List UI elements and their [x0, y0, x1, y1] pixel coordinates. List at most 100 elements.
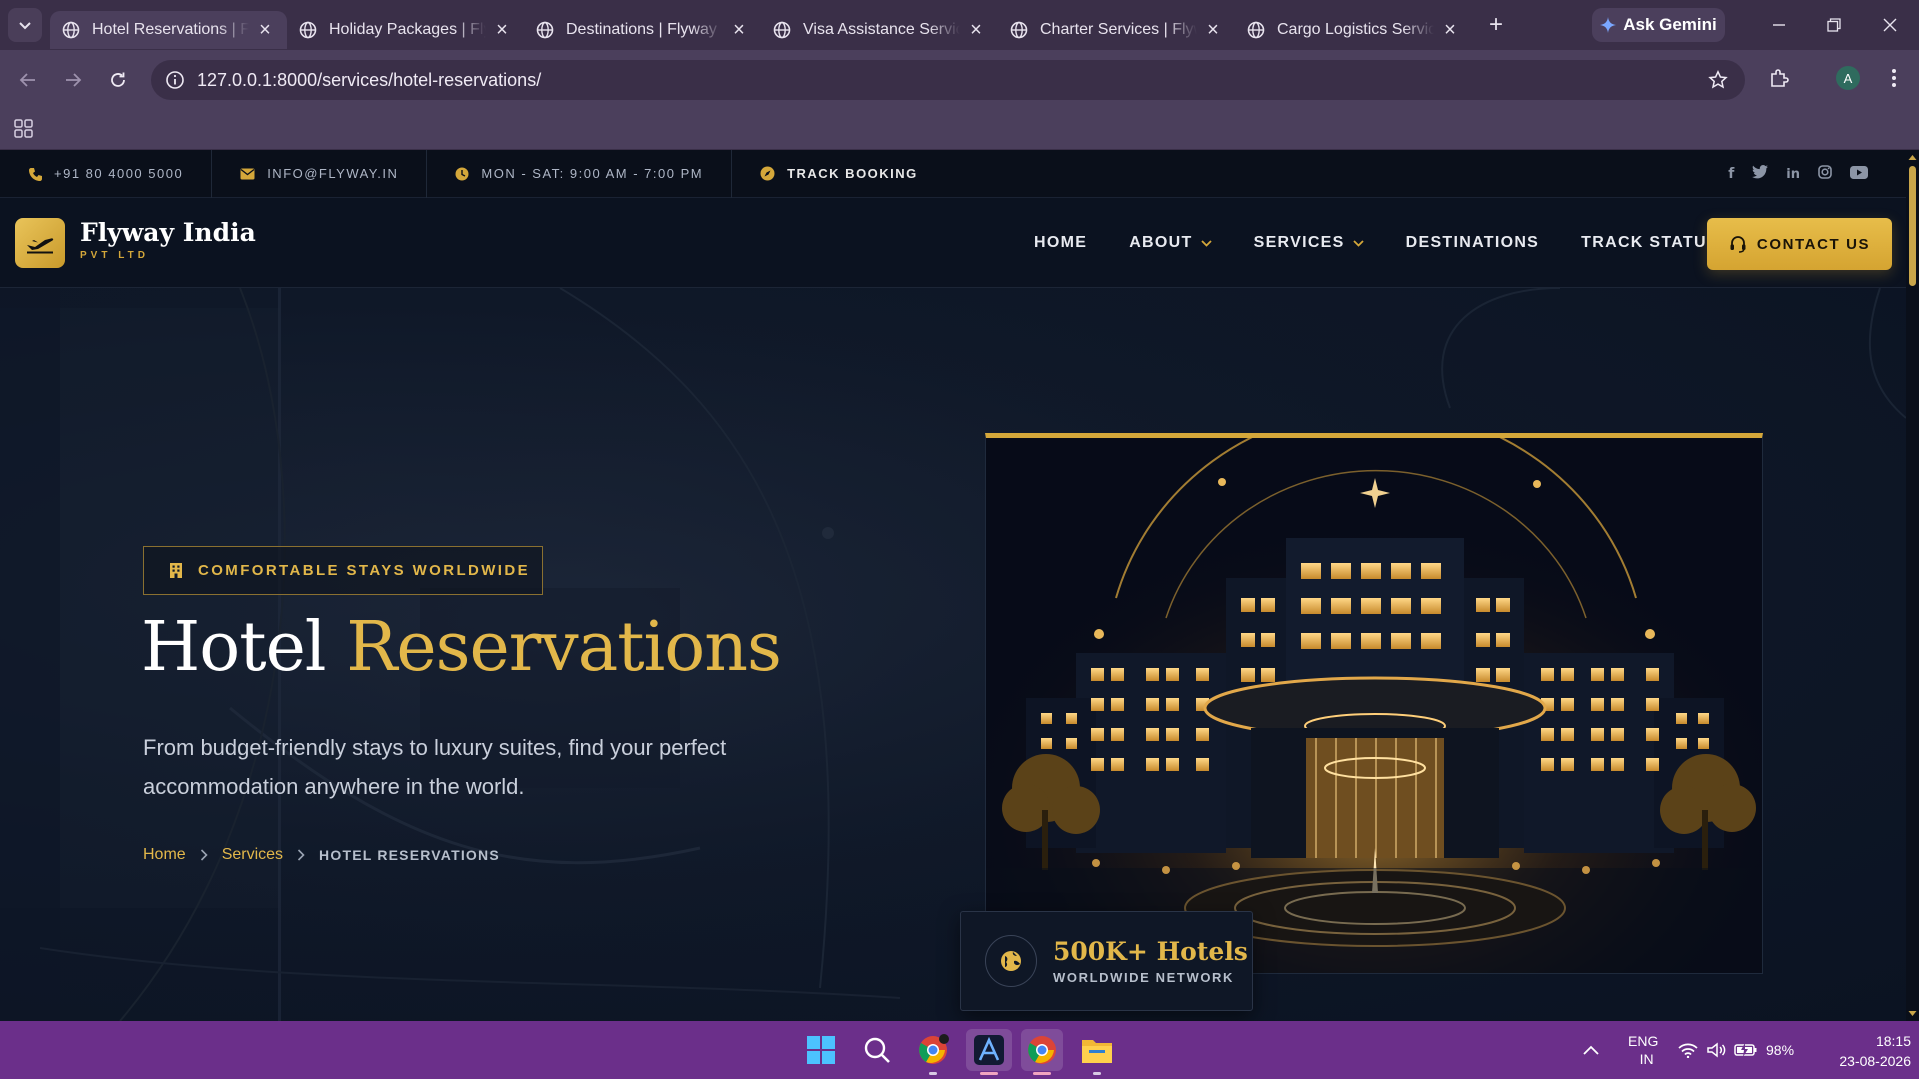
track-booking-link[interactable]: TRACK BOOKING [731, 149, 946, 198]
nav-track-status[interactable]: TRACK STATUS [1581, 234, 1719, 252]
close-tab-icon[interactable]: × [492, 19, 512, 41]
title-part-2: Reservations [346, 608, 782, 687]
track-booking-text: TRACK BOOKING [787, 166, 918, 181]
brand-name[interactable]: Flyway India [80, 218, 256, 247]
chevron-right-icon [297, 849, 305, 861]
airplane-icon [27, 238, 54, 254]
clock[interactable]: 18:15 23-08-2026 [1811, 1031, 1911, 1071]
address-bar[interactable]: 127.0.0.1:8000/services/hotel-reservatio… [151, 60, 1745, 100]
running-indicator [980, 1072, 998, 1075]
hotel-image [985, 433, 1763, 974]
phone-contact[interactable]: +91 80 4000 5000 [0, 150, 211, 198]
scroll-up-icon[interactable] [1906, 152, 1919, 162]
show-hidden-icons[interactable] [1583, 1021, 1599, 1079]
running-indicator [1033, 1072, 1051, 1075]
browser-tab[interactable]: Charter Services | Flyway India × [998, 11, 1235, 49]
nav-about[interactable]: ABOUT [1129, 234, 1212, 252]
browser-tab[interactable]: Destinations | Flyway India × [524, 11, 761, 49]
facebook-icon[interactable]: f [1728, 166, 1734, 182]
reload-button[interactable] [102, 64, 134, 96]
arrow-right-icon [66, 73, 82, 87]
taskbar-app-active[interactable] [966, 1029, 1012, 1075]
main-nav: HOME ABOUT SERVICES DESTINATIONS TRACK S… [1034, 198, 1761, 288]
chrome-icon [919, 1034, 949, 1064]
taskbar-chrome-profile[interactable] [912, 1029, 954, 1075]
chevron-down-icon [1352, 239, 1364, 247]
search-button[interactable] [856, 1029, 898, 1071]
bookmarks-bar [0, 108, 1919, 150]
system-status[interactable]: 98% [1678, 1021, 1794, 1079]
start-button[interactable] [800, 1029, 842, 1071]
browser-tab[interactable]: Cargo Logistics Services | Flyway India … [1235, 11, 1472, 49]
title-part-1: Hotel [141, 608, 327, 687]
hotels-stat-card: 500K+ Hotels WORLDWIDE NETWORK [960, 911, 1253, 1011]
puzzle-icon [1771, 69, 1789, 87]
globe-icon [299, 21, 317, 39]
browser-tab[interactable]: Holiday Packages | Flyway India × [287, 11, 524, 49]
close-tab-icon[interactable]: × [1440, 19, 1460, 41]
close-icon [1883, 18, 1897, 32]
breadcrumb-services[interactable]: Services [222, 846, 283, 864]
page-title: Hotel Reservations [141, 608, 782, 687]
site-info-icon[interactable] [165, 70, 185, 90]
lang-top: ENG [1628, 1033, 1659, 1049]
back-button[interactable] [12, 64, 44, 96]
ask-gemini-button[interactable]: Ask Gemini [1592, 8, 1725, 42]
stat-text-block: 500K+ Hotels WORLDWIDE NETWORK [1053, 937, 1248, 985]
wifi-icon [1678, 1043, 1698, 1058]
battery-percent: 98% [1766, 1042, 1795, 1058]
restore-button[interactable] [1806, 0, 1862, 50]
nav-destinations[interactable]: DESTINATIONS [1406, 234, 1540, 252]
close-tab-icon[interactable]: × [255, 19, 275, 41]
scrollbar-thumb[interactable] [1909, 166, 1916, 286]
browser-tab[interactable]: Visa Assistance Services | Flyway India … [761, 11, 998, 49]
headset-icon [1730, 236, 1746, 253]
folder-icon [1082, 1040, 1112, 1063]
breadcrumb-home[interactable]: Home [143, 846, 186, 864]
close-tab-icon[interactable]: × [729, 19, 749, 41]
nav-home[interactable]: HOME [1034, 234, 1087, 252]
lang-bottom: IN [1639, 1051, 1654, 1067]
page-scrollbar[interactable] [1906, 150, 1919, 1021]
close-window-button[interactable] [1862, 0, 1918, 50]
bookmark-star-icon[interactable] [1708, 70, 1728, 90]
building-icon [170, 563, 182, 578]
extensions-button[interactable] [1764, 62, 1796, 94]
apps-grid-icon[interactable] [14, 119, 34, 139]
globe-icon [536, 21, 554, 39]
logo[interactable] [15, 218, 65, 268]
youtube-icon[interactable] [1850, 165, 1868, 183]
restore-icon [1827, 18, 1841, 32]
stat-number: 500K+ Hotels [1053, 937, 1248, 966]
email-contact[interactable]: INFO@FLYWAY.IN [211, 149, 426, 198]
chrome-icon [1028, 1036, 1056, 1064]
scroll-down-icon[interactable] [1906, 1009, 1919, 1019]
tab-search-button[interactable] [8, 8, 42, 42]
browser-tab-active[interactable]: Hotel Reservations | Flyway India × [50, 11, 287, 49]
taskbar-chrome[interactable] [1021, 1029, 1063, 1075]
instagram-icon[interactable] [1818, 165, 1832, 183]
hotel-illustration [986, 438, 1762, 973]
forward-button[interactable] [57, 64, 89, 96]
contact-us-button[interactable]: CONTACT US [1707, 218, 1892, 270]
breadcrumb: Home Services HOTEL RESERVATIONS [143, 846, 500, 864]
date: 23-08-2026 [1839, 1053, 1911, 1069]
globe-icon [62, 21, 80, 39]
language-indicator[interactable]: ENG IN [1628, 1021, 1658, 1079]
profile-button[interactable]: A [1832, 62, 1864, 94]
twitter-icon[interactable] [1752, 165, 1769, 183]
linkedin-icon[interactable]: in [1786, 167, 1800, 182]
chevron-down-icon [1200, 239, 1212, 247]
running-indicator [929, 1072, 937, 1075]
contact-us-label: CONTACT US [1756, 235, 1871, 253]
nav-services[interactable]: SERVICES [1254, 234, 1364, 252]
volume-icon [1707, 1042, 1726, 1058]
taskbar-file-explorer[interactable] [1076, 1029, 1118, 1075]
minimize-button[interactable] [1751, 0, 1807, 50]
phone-text: +91 80 4000 5000 [54, 166, 184, 181]
new-tab-button[interactable]: + [1480, 9, 1512, 41]
hero-eyebrow-badge: COMFORTABLE STAYS WORLDWIDE [143, 546, 543, 595]
close-tab-icon[interactable]: × [966, 19, 986, 41]
browser-menu-button[interactable] [1878, 62, 1910, 94]
close-tab-icon[interactable]: × [1203, 19, 1223, 41]
